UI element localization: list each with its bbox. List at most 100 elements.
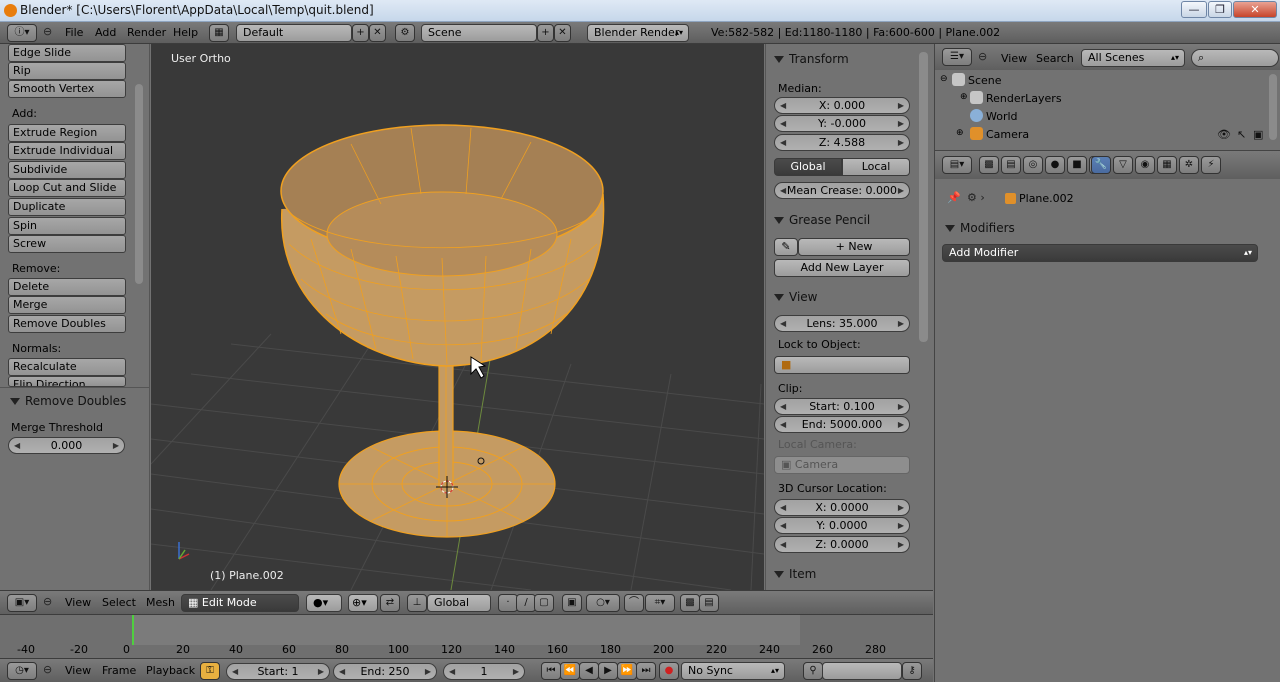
cursor-x-field[interactable]: ◀ X: 0.0000 ▶ bbox=[774, 499, 910, 516]
spin-button[interactable]: Spin bbox=[8, 217, 126, 235]
end-frame-field[interactable]: ◀ End: 250 ▶ bbox=[333, 663, 437, 680]
clip-end-field[interactable]: ◀ End: 5000.000 ▶ bbox=[774, 416, 910, 433]
transform-widget-icon[interactable]: ⊥ bbox=[407, 594, 427, 612]
menu-select[interactable]: Select bbox=[102, 596, 136, 609]
view-panel-header[interactable]: View bbox=[774, 290, 817, 304]
menu-view[interactable]: View bbox=[65, 596, 91, 609]
add-scene-icon[interactable]: + bbox=[537, 24, 554, 42]
expand-icon[interactable]: ⊕ bbox=[960, 92, 968, 102]
extrude-individual-button[interactable]: Extrude Individual bbox=[8, 142, 126, 160]
selectable-arrow-icon[interactable]: ↖ bbox=[1237, 128, 1246, 141]
collapse-menu-icon[interactable]: ⊖ bbox=[43, 25, 52, 38]
occlude-geometry-icon[interactable]: ▣ bbox=[562, 594, 582, 612]
sync-select[interactable]: No Sync ▴▾ bbox=[681, 662, 785, 680]
outliner-scrollbar[interactable] bbox=[1269, 74, 1277, 140]
screen-layout-icon[interactable]: ▦ bbox=[209, 24, 229, 42]
recalculate-button[interactable]: Recalculate bbox=[8, 358, 126, 376]
properties-editor-icon[interactable]: ▤▾ bbox=[942, 156, 972, 174]
proportional-edit-icon[interactable]: ○▾ bbox=[586, 594, 620, 612]
screw-button[interactable]: Screw bbox=[8, 235, 126, 253]
edge-select-icon[interactable]: / bbox=[516, 594, 536, 612]
scene-icon[interactable]: ⚙ bbox=[395, 24, 415, 42]
timeline-editor-icon[interactable]: ◷▾ bbox=[7, 662, 37, 680]
manipulator-icon[interactable]: ⇄ bbox=[380, 594, 400, 612]
modifiers-tab-icon[interactable]: 🔧 bbox=[1091, 156, 1111, 174]
info-editor-type-icon[interactable]: ⓘ▾ bbox=[7, 24, 37, 42]
keying-set-field[interactable] bbox=[822, 662, 902, 680]
local-toggle[interactable]: Local bbox=[842, 158, 910, 176]
keyframe-icon[interactable]: ⚲ bbox=[803, 662, 823, 680]
remove-layout-icon[interactable]: ✕ bbox=[369, 24, 386, 42]
menu-add[interactable]: Add bbox=[95, 26, 116, 39]
minimize-button[interactable]: — bbox=[1181, 1, 1207, 18]
jump-key-forward-icon[interactable]: ⏩ bbox=[617, 662, 637, 680]
flip-direction-button[interactable]: Flip Direction bbox=[8, 376, 126, 387]
physics-tab-icon[interactable]: ⚡ bbox=[1201, 156, 1221, 174]
world-tab-icon[interactable]: ● bbox=[1045, 156, 1065, 174]
expand-icon[interactable]: ⊖ bbox=[940, 74, 948, 84]
snap-element-icon[interactable]: ⌗▾ bbox=[645, 594, 675, 612]
pencil-icon[interactable]: ✎ bbox=[774, 238, 798, 256]
outliner-search-input[interactable]: ⌕ bbox=[1191, 49, 1279, 67]
mesh-canvas[interactable] bbox=[151, 44, 764, 590]
texture-tab-icon[interactable]: ▦ bbox=[1157, 156, 1177, 174]
menu-render[interactable]: Render bbox=[127, 26, 166, 39]
outliner-item-camera[interactable]: Camera bbox=[986, 128, 1029, 141]
collapse-menu-icon[interactable]: ⊖ bbox=[43, 663, 52, 676]
median-x-field[interactable]: ◀ X: 0.000 ▶ bbox=[774, 97, 910, 114]
median-z-field[interactable]: ◀ Z: 4.588 ▶ bbox=[774, 134, 910, 151]
snap-icon[interactable]: ⌒ bbox=[624, 594, 644, 612]
scene-tab-icon[interactable]: ◎ bbox=[1023, 156, 1043, 174]
play-reverse-icon[interactable]: ◀ bbox=[579, 662, 599, 680]
render-icon[interactable]: ▩ bbox=[680, 594, 700, 612]
menu-file[interactable]: File bbox=[65, 26, 83, 39]
material-tab-icon[interactable]: ◉ bbox=[1135, 156, 1155, 174]
scene-field[interactable]: Scene bbox=[421, 24, 537, 42]
object-tab-icon[interactable]: ■ bbox=[1067, 156, 1087, 174]
render-engine-select[interactable]: Blender Render ▴▾ bbox=[587, 24, 689, 42]
keying-set-icon[interactable]: ⚿ bbox=[200, 662, 220, 680]
current-frame-marker[interactable] bbox=[132, 615, 134, 645]
mode-select[interactable]: ▦ Edit Mode bbox=[181, 594, 299, 612]
increment-arrow-icon[interactable]: ▶ bbox=[113, 438, 119, 453]
display-mode-select[interactable]: All Scenes ▴▾ bbox=[1081, 49, 1185, 67]
npanel-scrollbar[interactable] bbox=[919, 52, 928, 342]
start-frame-field[interactable]: ◀ Start: 1 ▶ bbox=[226, 663, 330, 680]
delete-button[interactable]: Delete bbox=[8, 278, 126, 296]
jump-start-icon[interactable]: ⏮ bbox=[541, 662, 561, 680]
record-icon[interactable]: ● bbox=[659, 662, 679, 680]
menu-playback[interactable]: Playback bbox=[146, 664, 195, 677]
decrement-arrow-icon[interactable]: ◀ bbox=[14, 438, 20, 453]
add-modifier-select[interactable]: Add Modifier ▴▾ bbox=[942, 244, 1258, 262]
timeline[interactable]: -40 -20 0 20 40 60 80 100 120 140 160 180 200 220 240 2… bbox=[0, 614, 933, 658]
visibility-eye-icon[interactable]: 👁 bbox=[1217, 128, 1231, 141]
extrude-region-button[interactable]: Extrude Region bbox=[8, 124, 126, 142]
cursor-z-field[interactable]: ◀ Z: 0.0000 ▶ bbox=[774, 536, 910, 553]
menu-frame[interactable]: Frame bbox=[102, 664, 136, 677]
outliner-editor-icon[interactable]: ☰▾ bbox=[942, 48, 972, 66]
menu-mesh[interactable]: Mesh bbox=[146, 596, 175, 609]
toolshelf-scrollbar[interactable] bbox=[135, 84, 143, 284]
screen-layout-field[interactable]: Default bbox=[236, 24, 352, 42]
maximize-button[interactable]: ❐ bbox=[1208, 1, 1232, 18]
clip-start-field[interactable]: ◀ Start: 0.100 ▶ bbox=[774, 398, 910, 415]
remove-scene-icon[interactable]: ✕ bbox=[554, 24, 571, 42]
insert-keyframe-icon[interactable]: ⚷ bbox=[902, 662, 922, 680]
current-frame-field[interactable]: ◀ 1 ▶ bbox=[443, 663, 525, 680]
data-tab-icon[interactable]: ▽ bbox=[1113, 156, 1133, 174]
transform-panel-header[interactable]: Transform bbox=[774, 52, 849, 66]
editor-type-icon[interactable]: ▣▾ bbox=[7, 594, 37, 612]
add-new-layer-button[interactable]: Add New Layer bbox=[774, 259, 910, 277]
operator-panel-header[interactable]: Remove Doubles bbox=[10, 394, 126, 408]
particles-tab-icon[interactable]: ✲ bbox=[1179, 156, 1199, 174]
outliner-menu-view[interactable]: View bbox=[1001, 52, 1027, 65]
jump-key-back-icon[interactable]: ⏪ bbox=[560, 662, 580, 680]
collapse-menu-icon[interactable]: ⊖ bbox=[43, 595, 52, 608]
3d-viewport[interactable]: User Ortho (1) Plane.002 bbox=[151, 44, 764, 590]
smooth-vertex-button[interactable]: Smooth Vertex bbox=[8, 80, 126, 98]
outliner-item-renderlayers[interactable]: RenderLayers bbox=[986, 92, 1062, 105]
subdivide-button[interactable]: Subdivide bbox=[8, 161, 126, 179]
grease-pencil-header[interactable]: Grease Pencil bbox=[774, 213, 870, 227]
rip-button[interactable]: Rip bbox=[8, 62, 126, 80]
close-button[interactable]: ✕ bbox=[1233, 1, 1277, 18]
